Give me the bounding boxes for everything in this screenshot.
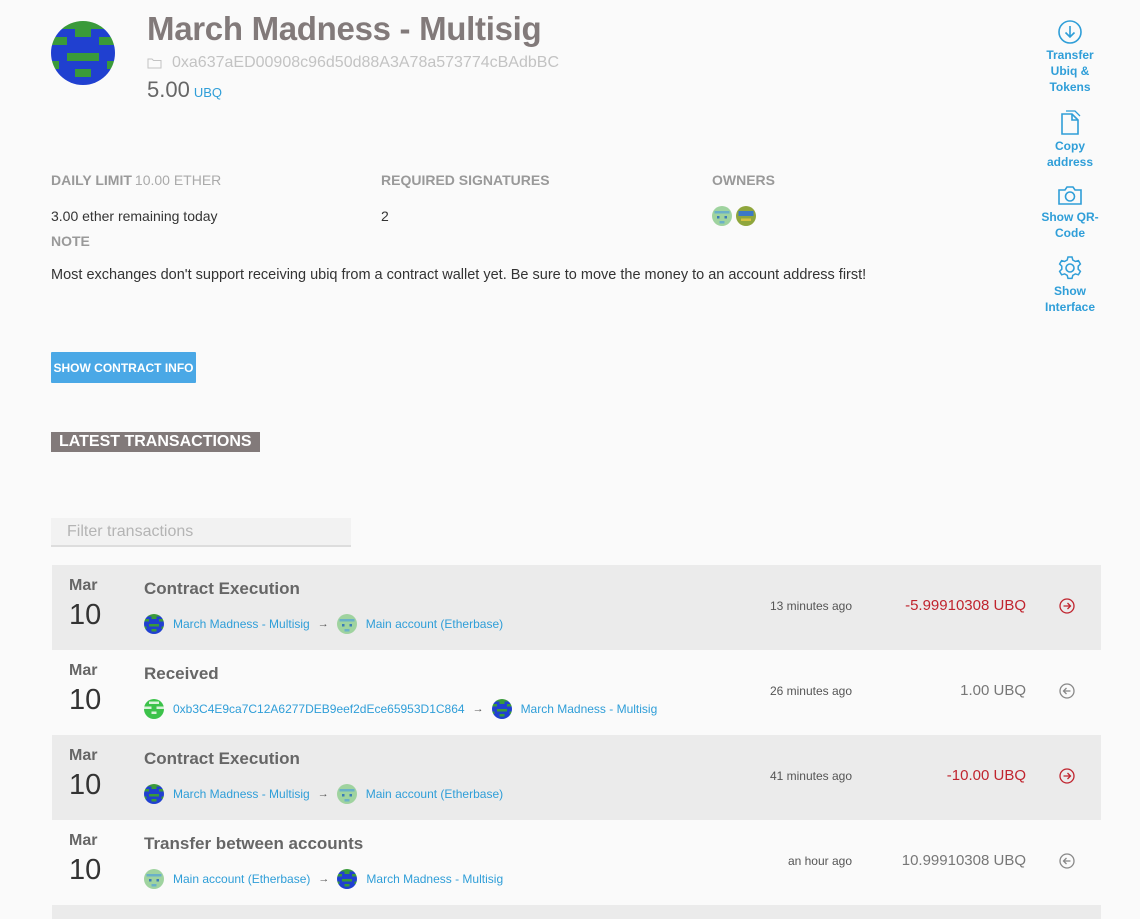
tx-from[interactable]: Main account (Etherbase)	[173, 872, 310, 886]
latest-transactions-heading: LATEST TRANSACTIONS	[51, 432, 260, 452]
owners-label: OWNERS	[712, 172, 775, 188]
page-title: March Madness - Multisig	[147, 10, 542, 47]
account-balance: 5.00 UBQ	[147, 77, 222, 103]
daily-limit-value: 10.00 ETHER	[134, 172, 222, 188]
interface-label: Show Interface	[1044, 284, 1096, 314]
transactions-list: Mar 10 Contract Execution March Madness …	[52, 565, 1101, 919]
owner-avatar[interactable]	[712, 206, 732, 226]
tx-to[interactable]: March Madness - Multisig	[366, 872, 503, 886]
tx-time: 41 minutes ago	[769, 769, 852, 783]
tx-month: Mar	[69, 747, 98, 764]
owner-avatar[interactable]	[736, 206, 756, 226]
folder-icon	[147, 58, 162, 69]
from-identicon	[144, 699, 164, 719]
arrow-right-icon: →	[317, 618, 329, 630]
transaction-row[interactable]: Mar 10 Transfer between accounts Main ac…	[52, 820, 1101, 905]
tx-amount: -5.99910308 UBQ	[905, 597, 1026, 614]
balance-unit[interactable]: UBQ	[194, 85, 222, 100]
to-identicon	[336, 784, 357, 804]
download-arrow-icon	[1058, 20, 1082, 44]
tx-month: Mar	[69, 577, 98, 594]
from-identicon	[144, 614, 164, 634]
tx-to[interactable]: March Madness - Multisig	[521, 702, 658, 716]
show-qr-button[interactable]: Show QR-Code	[1040, 183, 1100, 241]
tx-from[interactable]: 0xb3C4E9ca7C12A6277DEB9eef2dEce65953D1C8…	[173, 702, 465, 716]
tx-month: Mar	[69, 662, 98, 679]
transfer-label: Transfer Ubiq & Tokens	[1046, 48, 1094, 94]
account-identicon	[51, 21, 115, 85]
transfer-button[interactable]: Transfer Ubiq & Tokens	[1040, 19, 1100, 95]
tx-to[interactable]: Main account (Etherbase)	[366, 787, 503, 801]
to-identicon	[491, 699, 512, 719]
tx-day: 10	[69, 599, 102, 631]
arrow-right-icon: →	[317, 788, 329, 800]
arrow-right-icon: →	[472, 703, 484, 715]
tx-parties: Main account (Etherbase) → March Madness…	[144, 869, 503, 889]
filter-transactions-input[interactable]	[51, 518, 351, 547]
tx-day: 10	[69, 684, 102, 716]
tx-from[interactable]: March Madness - Multisig	[173, 617, 310, 631]
incoming-arrow-icon	[1059, 683, 1075, 699]
tx-parties: March Madness - Multisig → Main account …	[144, 784, 503, 804]
tx-title: Received	[144, 664, 219, 683]
show-contract-info-button[interactable]: SHOW CONTRACT INFO	[51, 352, 196, 383]
arrow-right-icon: →	[318, 873, 330, 885]
tx-parties: 0xb3C4E9ca7C12A6277DEB9eef2dEce65953D1C8…	[144, 699, 657, 719]
note-text: Most exchanges don't support receiving u…	[51, 267, 867, 283]
tx-title: Contract Execution	[144, 579, 300, 598]
outgoing-arrow-icon	[1059, 768, 1075, 784]
tx-amount: 10.99910308 UBQ	[901, 852, 1026, 869]
required-signatures-label: REQUIRED SIGNATURES	[381, 172, 550, 188]
copy-address-button[interactable]: Copy address	[1040, 110, 1100, 170]
show-interface-button[interactable]: Show Interface	[1040, 255, 1100, 315]
tx-month: Mar	[69, 832, 98, 849]
tx-day: 10	[69, 854, 102, 886]
gear-icon	[1058, 256, 1082, 280]
tx-from[interactable]: March Madness - Multisig	[173, 787, 310, 801]
tx-time: 26 minutes ago	[769, 684, 852, 698]
tx-title: Contract Execution	[144, 749, 300, 768]
daily-limit-title: DAILY LIMIT	[51, 172, 132, 188]
transaction-row[interactable]: Mar 10 Received 0xb3C4E9ca7C12A6277DEB9e…	[52, 650, 1101, 735]
tx-day: 10	[69, 769, 102, 801]
tx-title: Transfer between accounts	[144, 834, 364, 853]
copy-icon	[1061, 110, 1081, 135]
address-text: 0xa637aED00908c96d50d88A3A78a573774cBAdb…	[172, 54, 559, 71]
tx-amount: -10.00 UBQ	[946, 767, 1026, 784]
to-identicon	[337, 869, 358, 889]
note-label: NOTE	[51, 233, 90, 249]
camera-icon	[1058, 186, 1082, 205]
incoming-arrow-icon	[1059, 853, 1075, 869]
qr-label: Show QR-Code	[1041, 210, 1099, 240]
tx-amount: 1.00 UBQ	[960, 682, 1026, 699]
account-address[interactable]: 0xa637aED00908c96d50d88A3A78a573774cBAdb…	[147, 54, 559, 72]
from-identicon	[144, 869, 164, 889]
copy-label: Copy address	[1046, 139, 1094, 169]
transaction-row[interactable]: Mar 10 Contract Execution March Madness …	[52, 565, 1101, 650]
transaction-row-partial	[52, 905, 1101, 919]
tx-to[interactable]: Main account (Etherbase)	[366, 617, 503, 631]
from-identicon	[144, 784, 164, 804]
required-signatures-value: 2	[381, 208, 389, 224]
daily-limit-remaining: 3.00 ether remaining today	[51, 208, 218, 224]
tx-time: 13 minutes ago	[769, 599, 852, 613]
daily-limit-label: DAILY LIMIT 10.00 ETHER	[51, 172, 221, 188]
tx-parties: March Madness - Multisig → Main account …	[144, 614, 503, 634]
to-identicon	[336, 614, 357, 634]
transaction-row[interactable]: Mar 10 Contract Execution March Madness …	[52, 735, 1101, 820]
outgoing-arrow-icon	[1059, 598, 1075, 614]
tx-time: an hour ago	[787, 854, 852, 868]
balance-amount: 5.00	[147, 77, 190, 102]
